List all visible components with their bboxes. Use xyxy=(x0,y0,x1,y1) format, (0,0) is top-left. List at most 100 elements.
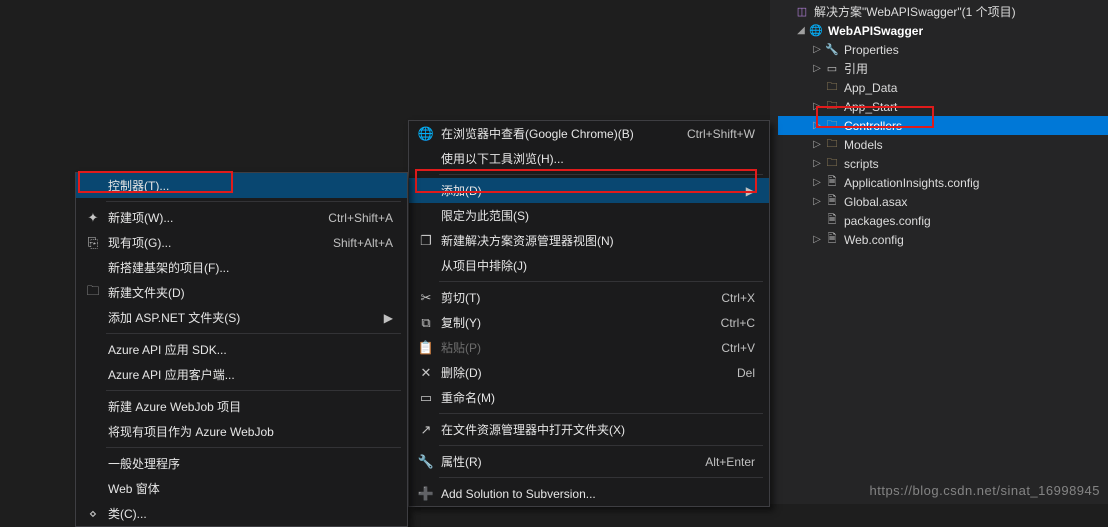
browser-icon: 🌐 xyxy=(415,125,437,143)
tree-label: App_Data xyxy=(844,81,897,95)
menuB-item[interactable]: 限定为此范围(S) xyxy=(409,203,769,228)
file-icon: 🗎 xyxy=(824,194,840,210)
tree-item-globalasax[interactable]: ▷ 🗎 Global.asax xyxy=(778,192,1108,211)
menu-item-label: 类(C)... xyxy=(104,505,393,522)
menuB-item[interactable]: ➕Add Solution to Subversion... xyxy=(409,481,769,506)
menu-item-label: 添加 ASP.NET 文件夹(S) xyxy=(104,309,370,326)
blank-icon xyxy=(82,177,104,195)
solution-title: 解决方案"WebAPISwagger"(1 个项目) xyxy=(814,3,1016,20)
cut-icon: ✂ xyxy=(415,289,437,307)
tree-item-controllers[interactable]: ▷ 🗀 Controllers xyxy=(778,116,1108,135)
menuB-item[interactable]: ⧉复制(Y)Ctrl+C xyxy=(409,310,769,335)
expander-closed-icon[interactable]: ▷ xyxy=(810,157,824,171)
menu-separator xyxy=(106,333,401,334)
tree-item-appdata[interactable]: 🗀 App_Data xyxy=(778,78,1108,97)
menuB-item[interactable]: ✂剪切(T)Ctrl+X xyxy=(409,285,769,310)
file-icon: 🗎 xyxy=(824,213,840,229)
blank-icon xyxy=(415,207,437,225)
globe-icon: 🌐 xyxy=(808,23,824,39)
expander-closed-icon[interactable]: ▷ xyxy=(810,119,824,133)
blank-icon xyxy=(415,182,437,200)
solution-icon: ◫ xyxy=(794,4,810,20)
menuB-item[interactable]: ❐新建解决方案资源管理器视图(N) xyxy=(409,228,769,253)
tree-label: Web.config xyxy=(844,233,904,247)
menuB-item[interactable]: 🌐在浏览器中查看(Google Chrome)(B)Ctrl+Shift+W xyxy=(409,121,769,146)
tree-label: packages.config xyxy=(844,214,931,228)
menuA-item[interactable]: 新搭建基架的项目(F)... xyxy=(76,255,407,280)
expander-closed-icon[interactable]: ▷ xyxy=(810,100,824,114)
spacer xyxy=(810,214,824,228)
expander-closed-icon[interactable]: ▷ xyxy=(810,62,824,76)
expander-closed-icon[interactable]: ▷ xyxy=(810,43,824,57)
blank-icon xyxy=(82,423,104,441)
submenu-arrow-icon: ▶ xyxy=(384,311,393,325)
menu-item-label: 限定为此范围(S) xyxy=(437,207,755,224)
expander-closed-icon[interactable]: ▷ xyxy=(810,176,824,190)
solution-explorer: ◫ 解决方案"WebAPISwagger"(1 个项目) ◢ 🌐 WebAPIS… xyxy=(770,0,1108,504)
tree-item-models[interactable]: ▷ 🗀 Models xyxy=(778,135,1108,154)
wrench-icon: 🔧 xyxy=(824,42,840,58)
menuA-item[interactable]: 将现有项目作为 Azure WebJob xyxy=(76,419,407,444)
copy-icon: ⧉ xyxy=(415,314,437,332)
menu-item-label: 重命名(M) xyxy=(437,389,755,406)
tree-label: Controllers xyxy=(844,119,902,133)
tree-item-webconfig[interactable]: ▷ 🗎 Web.config xyxy=(778,230,1108,249)
menuB-item[interactable]: ✕删除(D)Del xyxy=(409,360,769,385)
expander-closed-icon[interactable]: ▷ xyxy=(810,195,824,209)
menu-separator xyxy=(439,281,763,282)
menuB-item[interactable]: 从项目中排除(J) xyxy=(409,253,769,278)
menuA-item[interactable]: ⎘现有项(G)...Shift+Alt+A xyxy=(76,230,407,255)
menuA-item[interactable]: 添加 ASP.NET 文件夹(S) ▶ xyxy=(76,305,407,330)
menuA-item[interactable]: 一般处理程序 xyxy=(76,451,407,476)
tree-item-scripts[interactable]: ▷ 🗀 scripts xyxy=(778,154,1108,173)
blank-icon xyxy=(82,341,104,359)
open-folder-icon: ↗ xyxy=(415,421,437,439)
menuA-item[interactable]: Web 窗体 xyxy=(76,476,407,501)
tree-item-appstart[interactable]: ▷ 🗀 App_Start xyxy=(778,97,1108,116)
menu-item-label: 在浏览器中查看(Google Chrome)(B) xyxy=(437,125,663,142)
menu-item-label: 属性(R) xyxy=(437,453,681,470)
menuA-item[interactable]: 新建 Azure WebJob 项目 xyxy=(76,394,407,419)
expander-closed-icon[interactable]: ▷ xyxy=(810,138,824,152)
submenu-arrow-icon: ▶ xyxy=(746,184,755,198)
tree-item-appinsights[interactable]: ▷ 🗎 ApplicationInsights.config xyxy=(778,173,1108,192)
menuA-item[interactable]: 🗀新建文件夹(D) xyxy=(76,280,407,305)
menu-item-label: 新建 Azure WebJob 项目 xyxy=(104,398,393,415)
menuB-item[interactable]: 使用以下工具浏览(H)... xyxy=(409,146,769,171)
menuB-item[interactable]: 🔧属性(R)Alt+Enter xyxy=(409,449,769,474)
menuA-item[interactable]: ⋄类(C)... xyxy=(76,501,407,526)
blank-icon xyxy=(82,366,104,384)
project-node[interactable]: ◢ 🌐 WebAPISwagger xyxy=(778,21,1108,40)
tree-item-references[interactable]: ▷ ▭ 引用 xyxy=(778,59,1108,78)
tree-label: Models xyxy=(844,138,883,152)
menu-shortcut: Del xyxy=(737,366,755,380)
solution-node[interactable]: ◫ 解决方案"WebAPISwagger"(1 个项目) xyxy=(778,2,1108,21)
context-menu-parent: 🌐在浏览器中查看(Google Chrome)(B)Ctrl+Shift+W使用… xyxy=(408,120,770,507)
menuA-item[interactable]: ✦新建项(W)...Ctrl+Shift+A xyxy=(76,205,407,230)
menuB-item[interactable]: 添加(D)▶ xyxy=(409,178,769,203)
folder-icon: 🗀 xyxy=(824,137,840,153)
menuB-item[interactable]: ▭重命名(M) xyxy=(409,385,769,410)
solution-tree: ◫ 解决方案"WebAPISwagger"(1 个项目) ◢ 🌐 WebAPIS… xyxy=(770,0,1108,249)
blank-icon xyxy=(415,150,437,168)
tree-item-packages[interactable]: 🗎 packages.config xyxy=(778,211,1108,230)
expander-open-icon[interactable]: ◢ xyxy=(794,24,808,38)
menu-item-label: Azure API 应用 SDK... xyxy=(104,341,393,358)
file-icon: 🗎 xyxy=(824,232,840,248)
delete-icon: ✕ xyxy=(415,364,437,382)
tree-label: 引用 xyxy=(844,60,868,77)
folder-icon: 🗀 xyxy=(824,118,840,134)
expander-closed-icon[interactable]: ▷ xyxy=(810,233,824,247)
menu-shortcut: Shift+Alt+A xyxy=(333,236,393,250)
menuA-item[interactable]: Azure API 应用 SDK... xyxy=(76,337,407,362)
watermark: https://blog.csdn.net/sinat_16998945 xyxy=(870,483,1101,498)
menu-item-label: 新建文件夹(D) xyxy=(104,284,393,301)
new-item-icon: ✦ xyxy=(82,209,104,227)
tree-item-properties[interactable]: ▷ 🔧 Properties xyxy=(778,40,1108,59)
tree-label: Global.asax xyxy=(844,195,907,209)
menuA-item[interactable]: Azure API 应用客户端... xyxy=(76,362,407,387)
menuA-item[interactable]: 控制器(T)... xyxy=(76,173,407,198)
blank-icon xyxy=(82,480,104,498)
blank-icon xyxy=(82,398,104,416)
menuB-item[interactable]: ↗在文件资源管理器中打开文件夹(X) xyxy=(409,417,769,442)
